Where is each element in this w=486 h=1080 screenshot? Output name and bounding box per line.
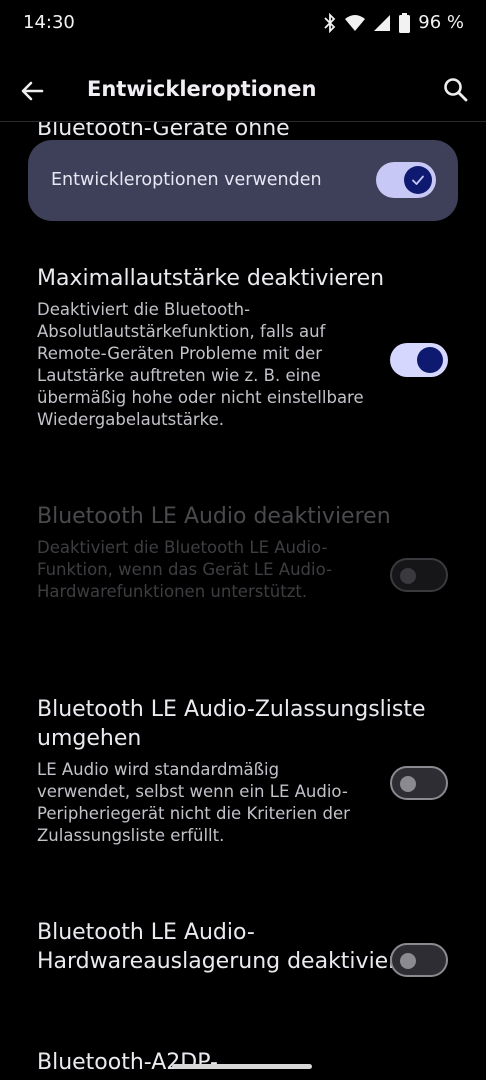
toggle-disable-le-audio-offload[interactable] [390,943,448,977]
partial-setting-bottom[interactable]: Bluetooth-A2DP- [37,1048,457,1077]
master-switch-label: Entwickleroptionen verwenden [51,170,322,190]
navigation-handle[interactable] [172,1064,312,1069]
master-switch-toggle[interactable] [376,162,436,198]
setting-disable-le-audio: Bluetooth LE Audio deaktivieren Deaktivi… [37,502,457,603]
page-title: Entwickleroptionen [87,77,317,101]
toggle-disable-absolute-volume[interactable] [390,343,448,377]
toggle-disable-le-audio [390,558,448,592]
setting-summary: Deaktiviert die Bluetooth-Absolutlautstä… [37,300,364,429]
switch-thumb [404,166,432,194]
switch-thumb [400,568,416,584]
switch-thumb [400,953,416,969]
search-icon [442,78,470,108]
arrow-back-icon [18,81,48,110]
toggle-bypass-le-audio-allowlist[interactable] [390,766,448,800]
check-icon [410,172,426,192]
setting-summary: LE Audio wird standardmäßig verwendet, s… [37,760,350,845]
setting-title: Bluetooth LE Audio deaktivieren [37,504,391,529]
search-button[interactable] [442,76,470,104]
setting-summary: Deaktiviert die Bluetooth LE Audio-Funkt… [37,538,332,601]
switch-thumb [417,347,443,373]
master-switch-card[interactable]: Entwickleroptionen verwenden [28,140,458,221]
back-button[interactable] [18,76,48,106]
setting-title: Bluetooth LE Audio-Zulassungsliste umgeh… [37,697,426,751]
app-bar: Entwickleroptionen [0,60,486,122]
switch-thumb [400,776,416,792]
setting-title: Bluetooth-A2DP- [37,1050,218,1075]
setting-title: Maximallautstärke deaktivieren [37,266,385,291]
app-bar-divider [0,121,486,122]
